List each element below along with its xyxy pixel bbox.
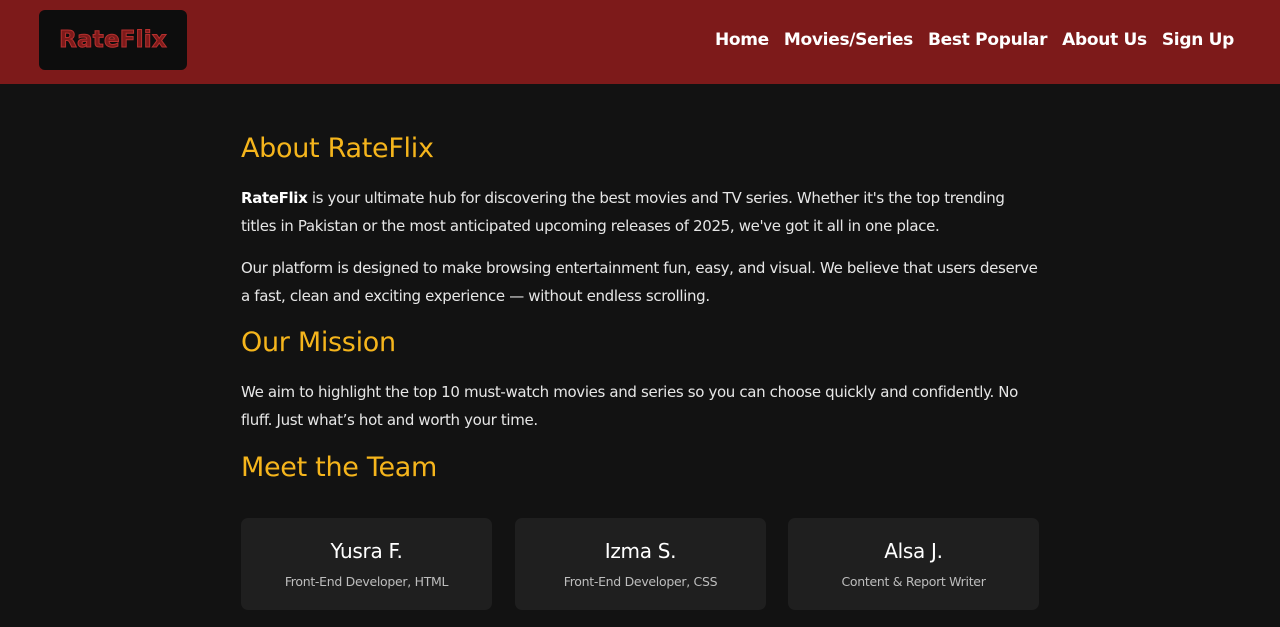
team-member-name: Alsa J. xyxy=(884,539,943,563)
team-member-role: Front-End Developer, HTML xyxy=(284,574,449,589)
nav-link-home[interactable]: Home xyxy=(715,29,769,51)
logo-text: RateFlix xyxy=(59,27,168,54)
about-platform-paragraph: Our platform is designed to make browsin… xyxy=(241,259,1038,305)
intro-text: is your ultimate hub for discovering the… xyxy=(241,189,1005,235)
team-member-name: Izma S. xyxy=(604,539,677,563)
intro-brand-name: RateFlix xyxy=(241,189,308,207)
mission-paragraph: We aim to highlight the top 10 must-watc… xyxy=(241,383,1018,429)
about-intro-paragraph: RateFlix is your ultimate hub for discov… xyxy=(241,185,1041,240)
about-heading: About RateFlix xyxy=(241,133,434,164)
team-heading: Meet the Team xyxy=(241,452,438,483)
team-member-role: Content & Report Writer xyxy=(841,574,986,589)
team-card: Izma S. Front-End Developer, CSS xyxy=(515,518,766,610)
nav-link-movies-series[interactable]: Movies/Series xyxy=(784,29,913,51)
nav-link-best-popular[interactable]: Best Popular xyxy=(928,29,1047,51)
site-header: RateFlix Home Movies/Series Best Popular… xyxy=(0,0,1280,84)
site-logo[interactable]: RateFlix xyxy=(39,10,187,70)
team-card: Yusra F. Front-End Developer, HTML xyxy=(241,518,492,610)
mission-heading: Our Mission xyxy=(241,327,396,358)
team-card: Alsa J. Content & Report Writer xyxy=(788,518,1039,610)
main-nav: Home Movies/Series Best Popular About Us… xyxy=(715,29,1234,51)
team-member-role: Front-End Developer, CSS xyxy=(563,574,718,589)
nav-link-sign-up[interactable]: Sign Up xyxy=(1162,29,1234,51)
nav-link-about-us[interactable]: About Us xyxy=(1062,29,1147,51)
team-member-name: Yusra F. xyxy=(330,539,403,563)
